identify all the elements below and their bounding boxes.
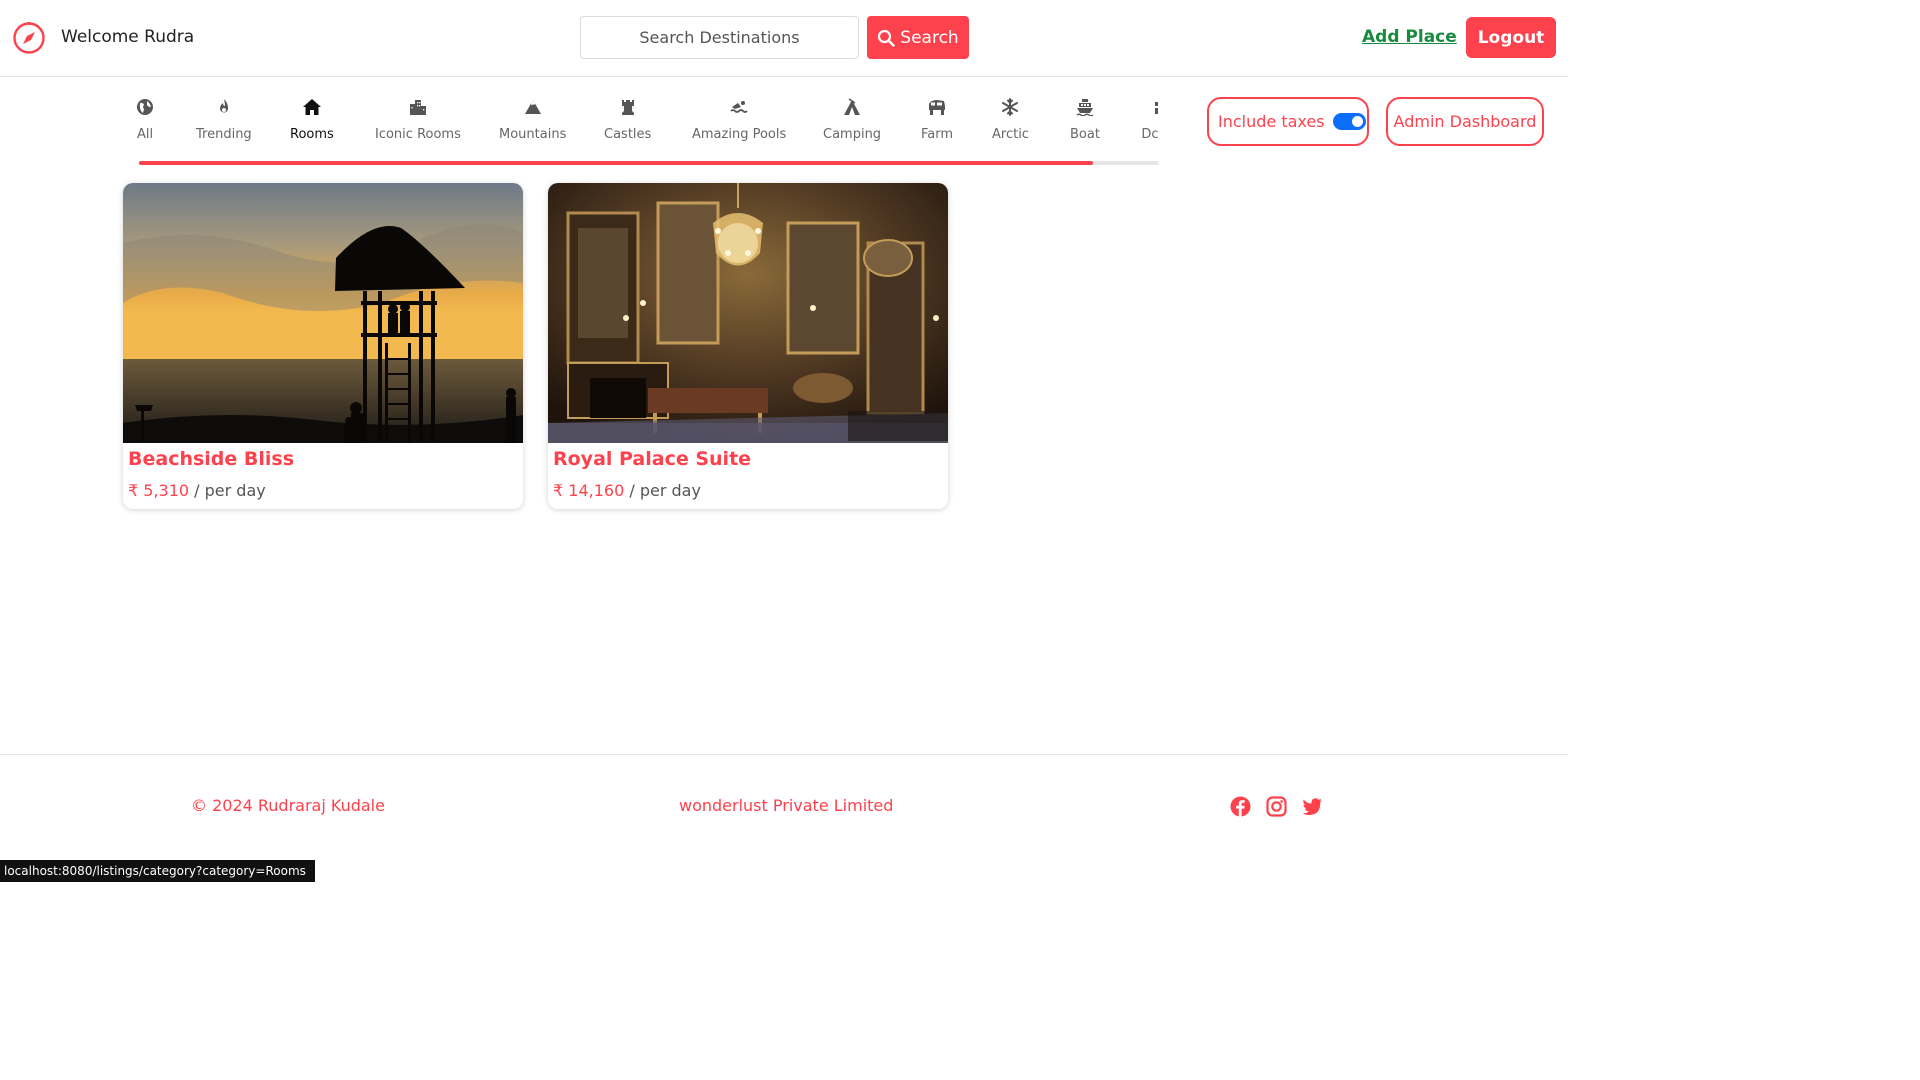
filter-mountains[interactable]: Mountains [499,98,566,142]
filter-trending[interactable]: Trending [196,98,252,142]
filter-amazing-pools[interactable]: Amazing Pools [692,98,786,142]
filter-label: Trending [196,127,252,142]
taxes-switch[interactable] [1332,113,1366,130]
copyright-text: © 2024 Rudraraj Kudale [191,796,385,815]
filter-label: Mountains [499,127,567,142]
switch-knob [1351,116,1363,127]
snowflake-icon [1002,98,1019,116]
listing-price: ₹ 14,160 / per day [553,481,701,500]
ship-icon [1076,99,1094,116]
listing-image[interactable] [548,183,948,443]
tractor-icon [929,100,946,115]
swimmer-icon [730,101,748,113]
search-button[interactable]: Search [867,16,969,59]
search-button-label: Search [900,27,959,48]
fire-icon [219,99,228,113]
listing-title[interactable]: Royal Palace Suite [553,448,751,470]
price-unit: / per day [189,481,266,500]
filter-label: Castles [604,127,652,142]
filter-label: Amazing Pools [692,127,787,142]
logout-button[interactable]: Logout [1466,17,1556,58]
filter-label: Arctic [992,127,1029,142]
instagram-icon[interactable] [1266,796,1287,817]
filter-label: All [136,127,154,142]
filter-label: Rooms [290,127,334,142]
mountain-icon [524,100,541,114]
compass-icon[interactable] [12,21,46,55]
price-amount: ₹ 14,160 [553,481,625,500]
filter-camping[interactable]: Camping [823,98,881,142]
listing-card[interactable]: Beachside Bliss ₹ 5,310 / per day [123,183,523,509]
filter-farm[interactable]: Farm [921,98,953,142]
filter-domes[interactable]: Dc [1141,98,1159,142]
navbar: Welcome Rudra Search Destinations Search… [0,0,1568,77]
filter-label: Iconic Rooms [375,127,461,142]
listing-title[interactable]: Beachside Bliss [128,448,294,470]
filter-scrollbar-thumb[interactable] [139,161,1093,165]
city-icon [409,100,426,115]
admin-dashboard-button[interactable]: Admin Dashboard [1386,97,1544,146]
listing-price: ₹ 5,310 / per day [128,481,266,500]
listing-card[interactable]: Royal Palace Suite ₹ 14,160 / per day [548,183,948,509]
filter-rooms[interactable]: Rooms [290,98,334,142]
filter-arctic[interactable]: Arctic [992,98,1029,142]
filter-label: Boat [1070,127,1100,142]
filter-boat[interactable]: Boat [1070,98,1100,142]
filter-label: Dc [1141,127,1159,142]
browser-status-bar: localhost:8080/listings/category?categor… [0,860,315,882]
house-icon [302,99,321,115]
filter-scrollbar[interactable] [139,161,1159,165]
search-input[interactable]: Search Destinations [580,16,859,59]
price-unit: / per day [624,481,701,500]
filter-castles[interactable]: Castles [604,98,651,142]
category-filter-bar: All Trending Rooms Iconic Rooms Mountain… [126,98,1159,150]
company-name: wonderlust Private Limited [679,796,894,815]
castle-icon [621,100,634,115]
listing-image[interactable] [123,183,523,443]
search-icon [878,29,895,47]
globe-icon [137,99,153,115]
tent-icon [844,98,861,115]
filter-label: Camping [823,127,882,142]
price-amount: ₹ 5,310 [128,481,190,500]
facebook-icon[interactable] [1230,796,1251,817]
filter-label: Farm [921,127,954,142]
welcome-text: Welcome Rudra [61,27,195,47]
include-taxes-toggle[interactable]: Include taxes [1207,97,1369,146]
add-place-link[interactable]: Add Place [1362,27,1457,47]
filter-all[interactable]: All [136,98,154,142]
dome-icon [1155,102,1158,114]
twitter-icon[interactable] [1302,796,1323,817]
filter-iconic-rooms[interactable]: Iconic Rooms [375,98,461,142]
include-taxes-label: Include taxes [1218,112,1325,131]
